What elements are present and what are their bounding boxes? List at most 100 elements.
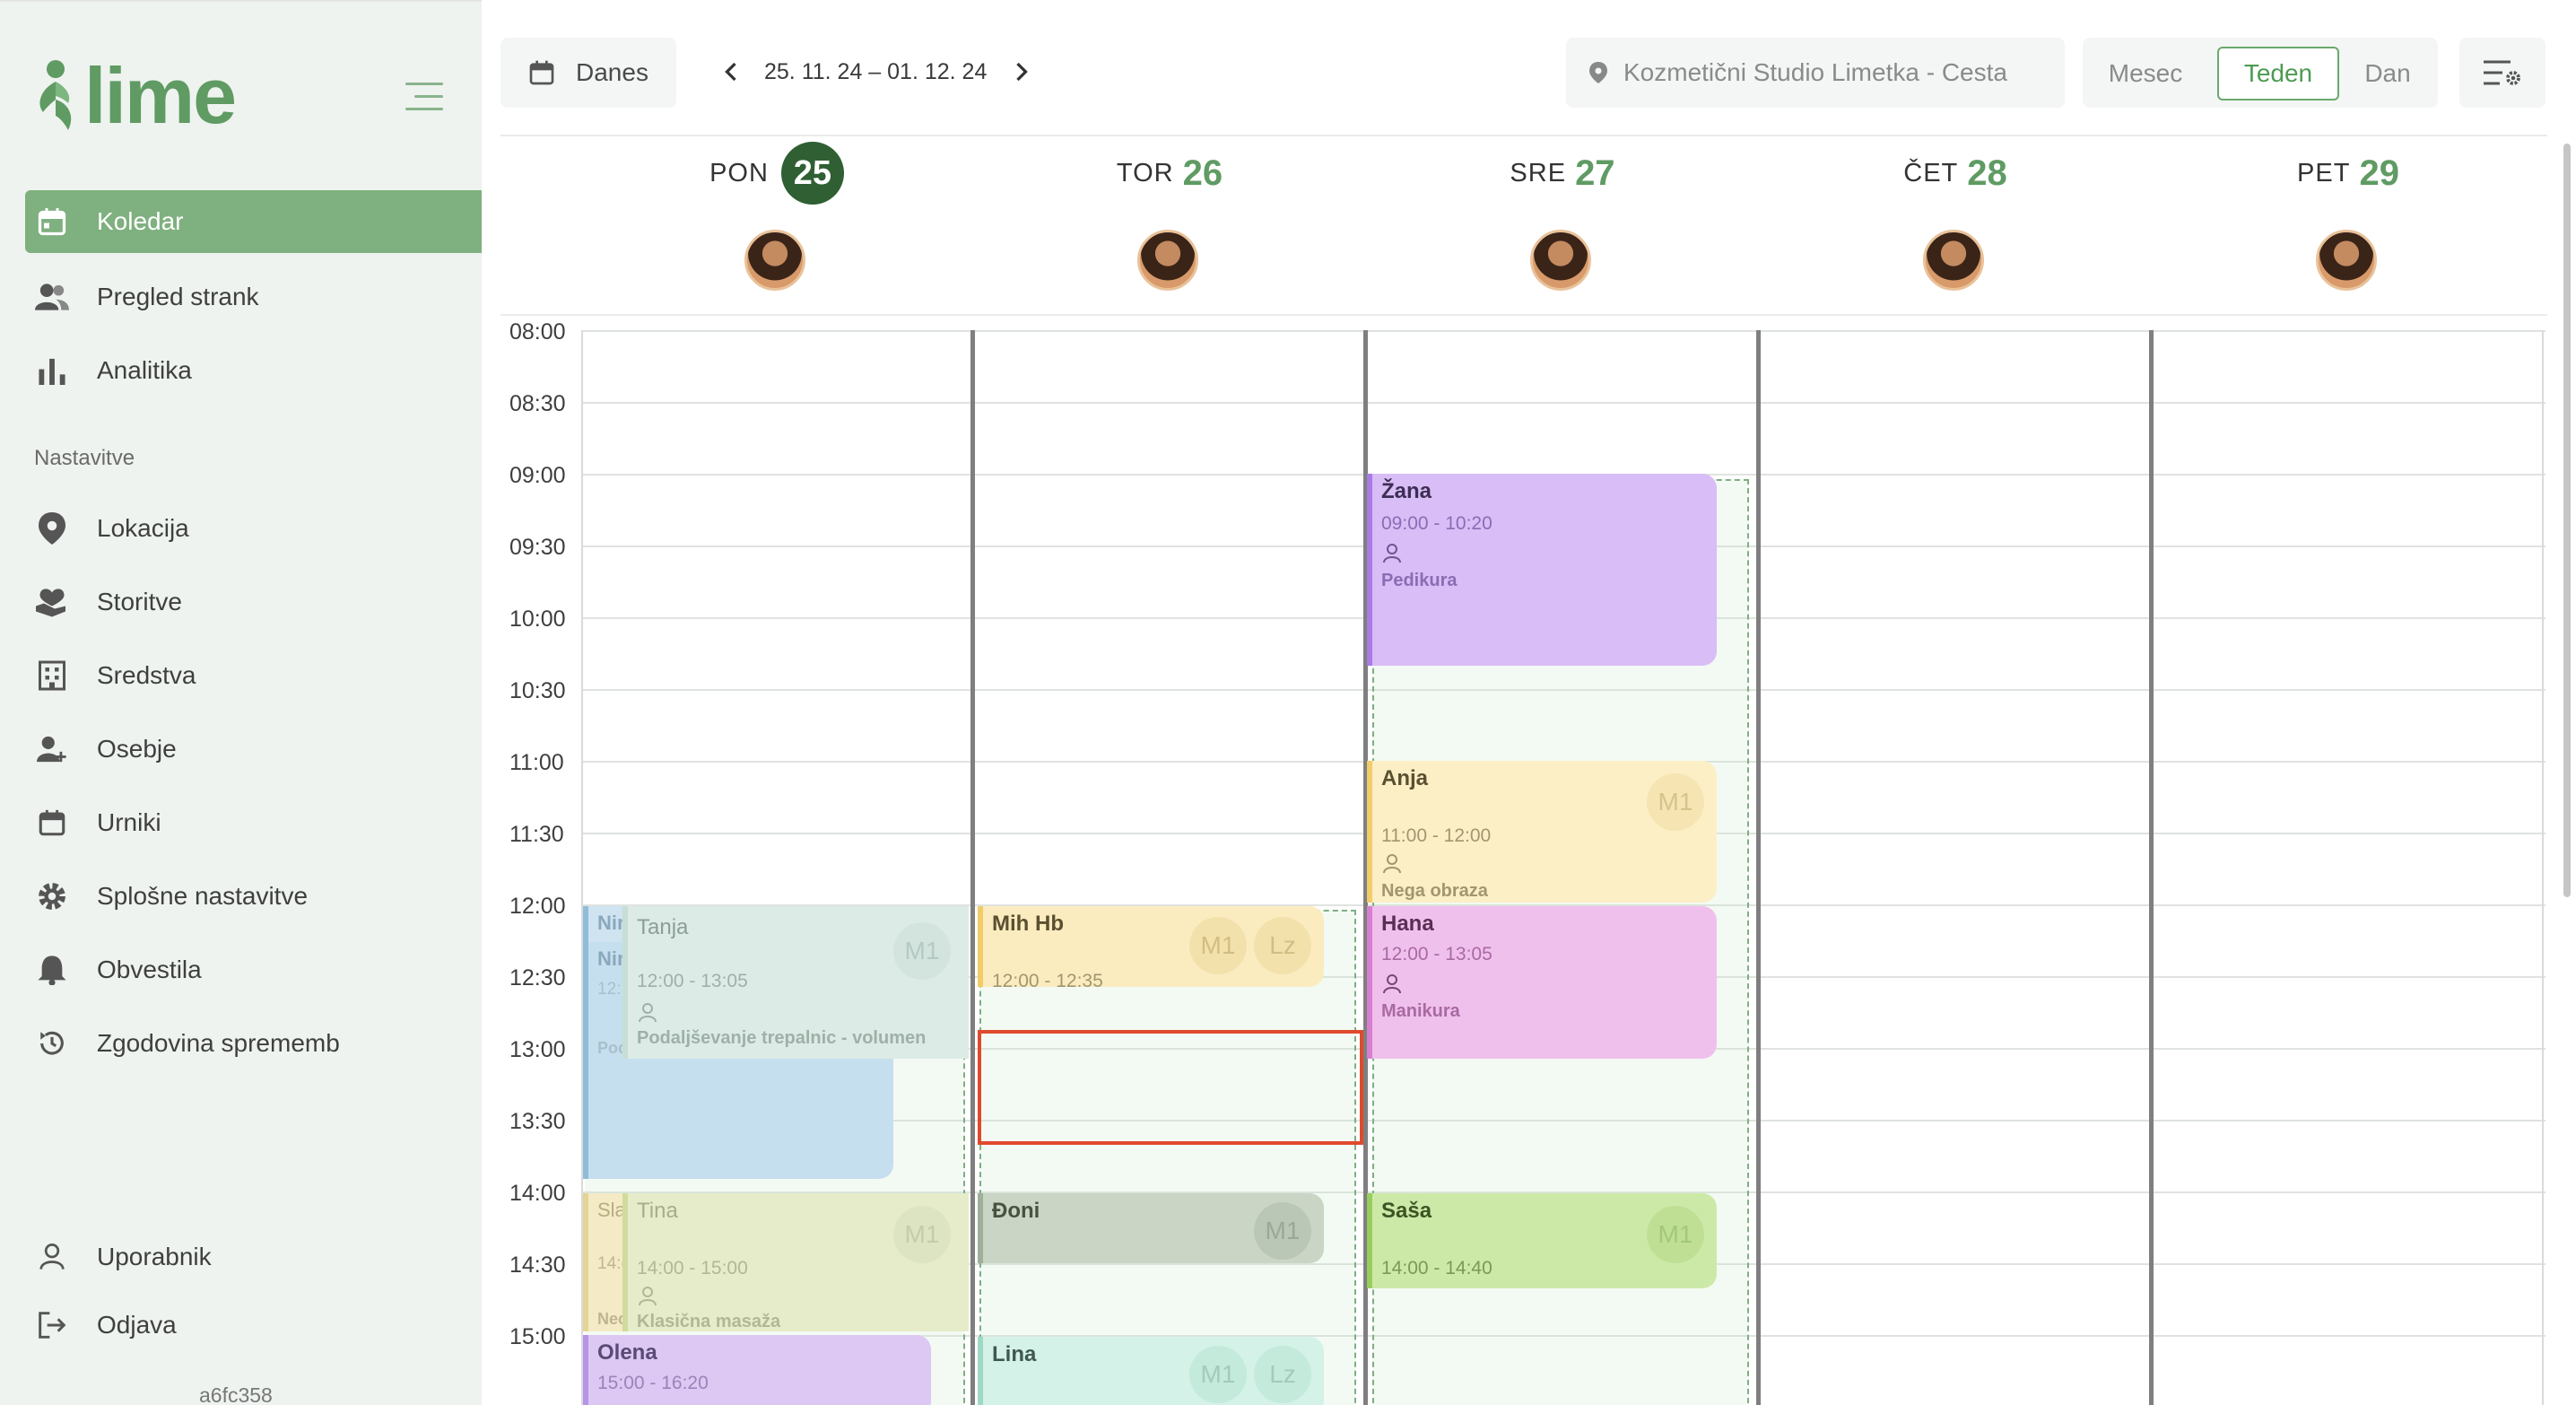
staff-avatar[interactable] xyxy=(1530,230,1591,291)
bell-icon xyxy=(34,952,70,988)
location-selector[interactable]: Kozmetični Studio Limetka - Cesta xyxy=(1566,38,2065,108)
appointment-card[interactable]: Žana 09:00 - 10:20 Pedikura xyxy=(1367,474,1717,666)
appointment-card[interactable]: Sla 14:( Nec xyxy=(583,1193,624,1331)
day-number: 28 xyxy=(1967,153,2007,193)
sidebar-item-splosne-nastavitve[interactable]: Splošne nastavitve xyxy=(25,865,482,928)
column-divider xyxy=(970,330,975,1405)
resource-badge: M1 xyxy=(1647,773,1704,831)
chevron-left-icon[interactable] xyxy=(718,54,744,90)
appointment-time: 09:00 - 10:20 xyxy=(1381,513,1493,534)
toolbar-divider xyxy=(500,135,2547,136)
staff-avatar[interactable] xyxy=(1137,230,1198,291)
sidebar-item-label: Lokacija xyxy=(97,514,189,542)
brand-name: lime xyxy=(84,51,237,140)
appointment-time: 12:00 - 13:05 xyxy=(637,971,748,991)
time-label: 09:30 xyxy=(509,535,566,560)
version-label: a6fc358 xyxy=(199,1383,273,1405)
resource-badge: Lz xyxy=(1254,1346,1311,1403)
staff-avatar[interactable] xyxy=(1923,230,1984,291)
day-header-mon[interactable]: PON 25 xyxy=(580,142,973,205)
appointment-card[interactable]: Lina M1 Lz xyxy=(978,1337,1324,1405)
day-name: ČET xyxy=(1903,158,1959,188)
day-number: 25 xyxy=(780,142,844,205)
sidebar-item-label: Pregled strank xyxy=(97,283,259,310)
today-label: Danes xyxy=(576,58,648,86)
appointment-client: Nir xyxy=(597,947,625,970)
resource-badge: M1 xyxy=(1254,1202,1311,1260)
appointment-card[interactable]: Olena 15:00 - 16:20 xyxy=(583,1335,931,1405)
chevron-right-icon[interactable] xyxy=(1008,54,1035,90)
day-header-thu[interactable]: ČET 28 xyxy=(1759,145,2152,201)
menu-toggle-icon[interactable] xyxy=(405,81,443,113)
sidebar-item-pregled-strank[interactable]: Pregled strank xyxy=(25,266,482,328)
day-header-wed[interactable]: SRE 27 xyxy=(1366,145,1759,201)
view-week-button[interactable]: Teden xyxy=(2217,47,2339,100)
appointment-client: Saša xyxy=(1381,1199,1432,1223)
sidebar-item-label: Sredstva xyxy=(97,661,196,689)
user-icon xyxy=(34,1239,70,1275)
day-number: 29 xyxy=(2359,153,2399,193)
calendar-icon xyxy=(34,805,70,841)
sidebar-item-label: Uporabnik xyxy=(97,1243,212,1270)
resource-badge: M1 xyxy=(1647,1206,1704,1263)
sidebar-item-uporabnik[interactable]: Uporabnik xyxy=(25,1226,482,1288)
appointment-card[interactable]: Saša 14:00 - 14:40 M1 xyxy=(1367,1193,1717,1288)
sidebar-item-obvestila[interactable]: Obvestila xyxy=(25,938,482,1001)
appointment-client: Tina xyxy=(637,1199,678,1223)
appointment-time: 14:00 - 14:40 xyxy=(1381,1258,1493,1278)
sidebar-item-storitve[interactable]: Storitve xyxy=(25,571,482,633)
resource-badge: Lz xyxy=(1254,917,1311,974)
sidebar-item-urniki[interactable]: Urniki xyxy=(25,791,482,854)
time-label: 12:00 xyxy=(509,894,566,919)
brand-logo[interactable]: lime xyxy=(32,51,237,140)
sidebar-item-label: Storitve xyxy=(97,588,182,615)
appointment-card[interactable]: Hana 12:00 - 13:05 Manikura xyxy=(1367,906,1717,1059)
view-day-button[interactable]: Dan xyxy=(2348,47,2427,100)
sidebar-item-koledar[interactable]: Koledar xyxy=(25,190,482,253)
time-label: 10:00 xyxy=(509,607,566,632)
building-icon xyxy=(34,658,70,694)
today-button[interactable]: Danes xyxy=(500,38,676,108)
person-icon xyxy=(1383,544,1401,563)
time-label: 11:00 xyxy=(509,750,564,775)
appointment-card[interactable]: Anja 11:00 - 12:00 Nega obraza M1 xyxy=(1367,761,1717,903)
sidebar-item-analitika[interactable]: Analitika xyxy=(25,339,482,402)
sidebar-item-odjava[interactable]: Odjava xyxy=(25,1294,482,1357)
view-month-button[interactable]: Mesec xyxy=(2092,47,2199,100)
sidebar-item-lokacija[interactable]: Lokacija xyxy=(25,497,482,560)
resource-badge: M1 xyxy=(1189,1346,1247,1403)
filter-settings-button[interactable] xyxy=(2459,38,2546,108)
sidebar-item-label: Zgodovina sprememb xyxy=(97,1029,340,1057)
appointment-card[interactable]: Tina 14:00 - 15:00 Klasična masaža M1 xyxy=(622,1193,969,1331)
time-slot-selection[interactable] xyxy=(978,1030,1363,1145)
appointment-client: Nir xyxy=(597,912,625,934)
time-label: 08:00 xyxy=(509,319,566,345)
grid-line xyxy=(581,330,2546,332)
sidebar-item-label: Urniki xyxy=(97,808,161,836)
appointment-card[interactable]: Đoni M1 xyxy=(978,1193,1324,1263)
hand-heart-icon xyxy=(34,584,70,620)
bar-chart-icon xyxy=(34,353,70,388)
staff-avatar[interactable] xyxy=(2316,230,2377,291)
appointment-card[interactable]: Mih Hb 12:00 - 12:35 M1 Lz xyxy=(978,906,1324,987)
appointment-time: 11:00 - 12:00 xyxy=(1381,825,1492,846)
lime-leaf-icon xyxy=(32,57,79,135)
day-header-fri[interactable]: PET 29 xyxy=(2152,145,2545,201)
date-range: 25. 11. 24 – 01. 12. 24 xyxy=(764,58,988,84)
appointment-client: Mih Hb xyxy=(992,912,1064,936)
vertical-scrollbar[interactable] xyxy=(2563,144,2571,897)
appointment-time: 15:00 - 16:20 xyxy=(597,1373,709,1393)
staff-avatar[interactable] xyxy=(744,230,805,291)
resource-badge: M1 xyxy=(893,922,951,980)
appointment-card[interactable]: Tanja 12:00 - 13:05 Podaljševanje trepal… xyxy=(622,906,969,1059)
appointment-time: 14:( xyxy=(597,1254,624,1273)
day-number: 27 xyxy=(1575,153,1615,193)
sidebar-item-sredstva[interactable]: Sredstva xyxy=(25,644,482,707)
time-label: 15:00 xyxy=(509,1324,566,1349)
day-header-tue[interactable]: TOR 26 xyxy=(973,145,1366,201)
week-navigator: 25. 11. 24 – 01. 12. 24 xyxy=(718,54,1035,90)
add-person-icon xyxy=(34,731,70,767)
sidebar-item-osebje[interactable]: Osebje xyxy=(25,718,482,781)
time-label: 14:00 xyxy=(509,1181,566,1206)
sidebar-item-zgodovina-sprememb[interactable]: Zgodovina sprememb xyxy=(25,1012,482,1075)
